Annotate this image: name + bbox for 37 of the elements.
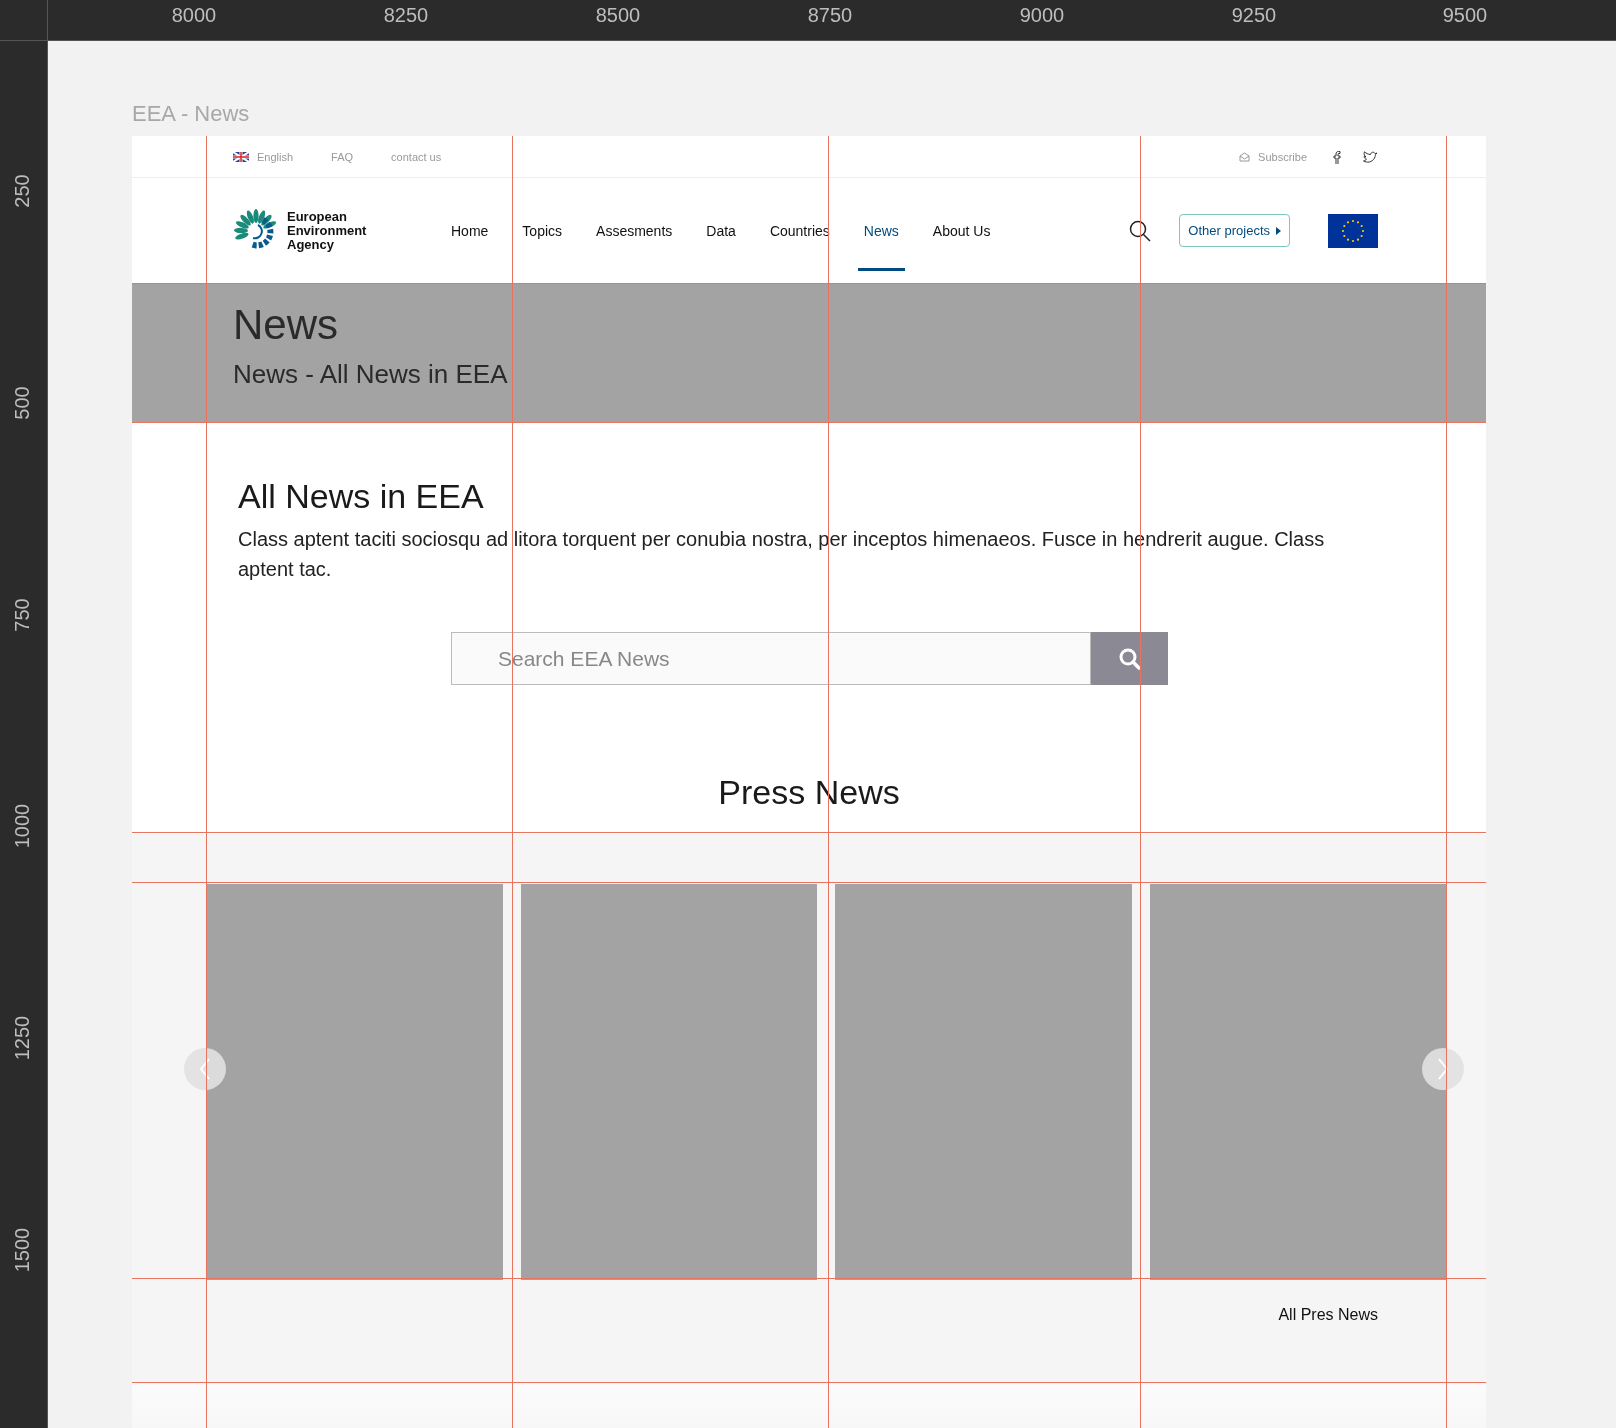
- chevron-left-icon: [200, 1058, 210, 1080]
- chevron-right-icon: [1438, 1058, 1448, 1080]
- caret-icon: [1276, 226, 1281, 235]
- search-button[interactable]: [1091, 632, 1168, 685]
- ruler-label: 1500: [10, 1227, 34, 1273]
- all-news-link[interactable]: All Pres News: [1278, 1306, 1378, 1326]
- logo-text: European Environment Agency: [287, 209, 367, 252]
- twitter-icon[interactable]: [1363, 150, 1378, 163]
- other-projects-button[interactable]: Other projects: [1179, 214, 1290, 247]
- facebook-icon[interactable]: [1333, 149, 1341, 164]
- nav-item[interactable]: Assesments: [590, 191, 679, 271]
- artboard-title: EEA - News: [132, 101, 251, 128]
- nav-item[interactable]: News: [857, 191, 905, 271]
- ruler-label: 9250: [1231, 4, 1277, 27]
- ruler-label: 250: [10, 174, 34, 208]
- ruler-label: 8000: [171, 4, 217, 27]
- eu-flag-icon: [1328, 213, 1378, 248]
- ruler-label: 1000: [10, 803, 34, 849]
- ruler-label: 8250: [383, 4, 429, 27]
- section-heading: All News in EEA: [238, 477, 485, 516]
- page-subtitle: News - All News in EEA: [233, 359, 509, 390]
- uk-flag-icon: [233, 151, 249, 162]
- page-title: News: [233, 301, 340, 349]
- ruler-label: 750: [10, 598, 34, 632]
- nav-item[interactable]: Topics: [516, 191, 569, 271]
- ruler-label: 9000: [1019, 4, 1065, 27]
- envelope-icon: [1239, 151, 1251, 162]
- nav-item[interactable]: Data: [700, 191, 742, 271]
- nav-item[interactable]: About Us: [926, 191, 997, 271]
- nav-item[interactable]: Home: [445, 191, 495, 271]
- ruler-label: 1250: [10, 1015, 34, 1061]
- ruler-label: 8750: [807, 4, 853, 27]
- search-icon: [1118, 647, 1141, 670]
- search-icon[interactable]: [1129, 219, 1152, 242]
- ruler-label: 9500: [1442, 4, 1488, 27]
- ruler-label: 500: [10, 386, 34, 420]
- ruler-label: 8500: [595, 4, 641, 27]
